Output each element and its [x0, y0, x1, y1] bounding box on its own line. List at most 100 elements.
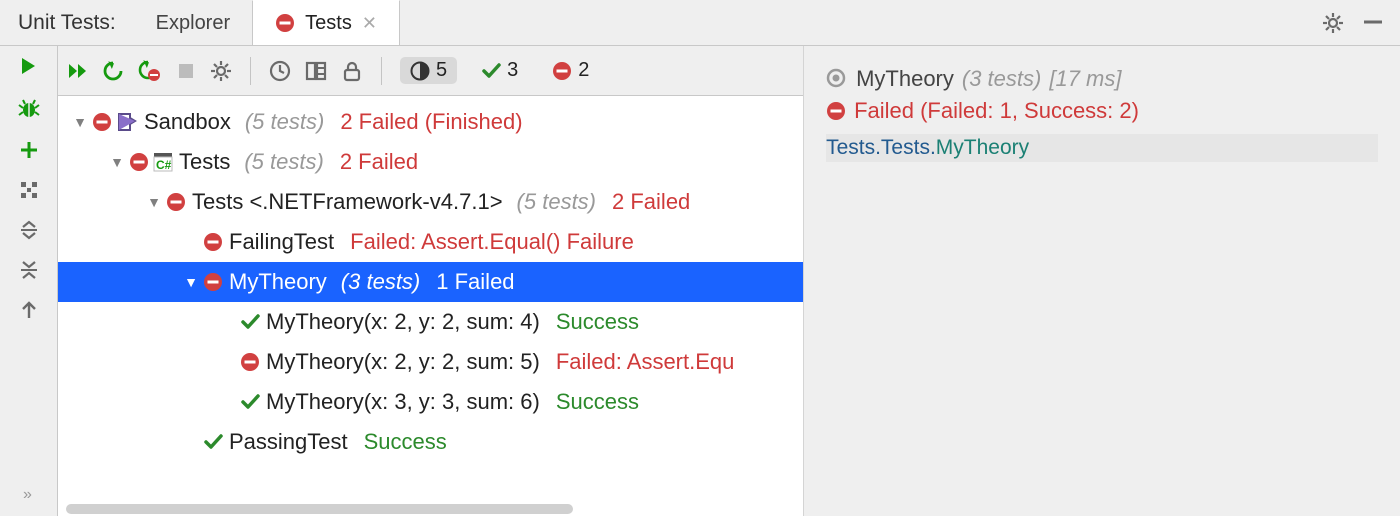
compare-icon[interactable] — [305, 60, 327, 82]
test-row[interactable]: MyTheory(x: 2, y: 2, sum: 4) Success — [58, 302, 803, 342]
test-row[interactable]: MyTheory(x: 2, y: 2, sum: 5) Failed: Asse… — [58, 342, 803, 382]
test-row[interactable]: PassingTest Success — [58, 422, 803, 462]
detail-duration: [17 ms] — [1049, 66, 1121, 92]
test-result: Success — [364, 429, 447, 455]
test-result: 1 Failed — [436, 269, 514, 295]
failed-count: 2 — [578, 59, 589, 82]
test-result: Failed: Assert.Equ — [556, 349, 735, 375]
chevron-down-icon[interactable]: ▼ — [142, 194, 166, 210]
test-result: 2 Failed (Finished) — [340, 109, 522, 135]
fail-icon — [92, 112, 112, 132]
header-actions — [1322, 12, 1400, 34]
passed-count: 3 — [507, 59, 518, 82]
test-name: Sandbox — [144, 109, 231, 135]
gear-icon[interactable] — [210, 60, 232, 82]
chevron-down-icon[interactable]: ▼ — [179, 274, 203, 290]
detail-header: MyTheory (3 tests) [17 ms] — [826, 66, 1378, 92]
test-row[interactable]: MyTheory(x: 3, y: 3, sum: 6) Success — [58, 382, 803, 422]
fqn-method: MyTheory — [936, 136, 1029, 159]
test-result: 2 Failed — [612, 189, 690, 215]
clock-icon[interactable] — [269, 60, 291, 82]
test-row[interactable]: ▼ Sandbox (5 tests) 2 Failed (Finished) — [58, 102, 803, 142]
pass-icon — [481, 61, 501, 81]
tree-toolbar: 5 3 2 — [58, 46, 803, 96]
detail-pane: MyTheory (3 tests) [17 ms] Failed (Faile… — [804, 46, 1400, 516]
tab-label: Tests — [305, 12, 352, 35]
test-name: MyTheory(x: 2, y: 2, sum: 4) — [266, 309, 540, 335]
fail-icon — [129, 152, 149, 172]
test-count: (3 tests) — [341, 269, 420, 295]
test-name: MyTheory(x: 3, y: 3, sum: 6) — [266, 389, 540, 415]
fail-icon — [826, 101, 846, 121]
plus-icon[interactable] — [19, 140, 39, 160]
play-icon[interactable] — [18, 56, 40, 78]
chevron-down-icon[interactable]: ▼ — [105, 154, 129, 170]
test-name: FailingTest — [229, 229, 334, 255]
detail-status-line: Failed (Failed: 1, Success: 2) — [826, 98, 1378, 124]
test-row[interactable]: ▼ Tests (5 tests) 2 Failed — [58, 142, 803, 182]
tree-pane: 5 3 2 ▼ Sandbox (5 tests) 2 Failed (Finishe… — [58, 46, 804, 516]
test-result: Failed: Assert.Equal() Failure — [350, 229, 634, 255]
close-icon[interactable]: ✕ — [362, 13, 377, 34]
pass-icon — [240, 392, 260, 412]
detail-count: (3 tests) — [962, 66, 1041, 92]
panel-title: Unit Tests: — [0, 11, 134, 35]
test-name: MyTheory(x: 2, y: 2, sum: 5) — [266, 349, 540, 375]
more-icon[interactable]: » — [23, 486, 34, 516]
test-result: 2 Failed — [340, 149, 418, 175]
test-name: Tests — [179, 149, 230, 175]
test-name: MyTheory — [229, 269, 327, 295]
tab-explorer[interactable]: Explorer — [134, 0, 252, 45]
tab-tests[interactable]: Tests ✕ — [252, 0, 400, 45]
detail-name: MyTheory — [856, 66, 954, 92]
test-name: Tests <.NETFramework-v4.7.1> — [192, 189, 503, 215]
test-result: Success — [556, 389, 639, 415]
detail-status: Failed (Failed: 1, Success: 2) — [854, 98, 1139, 124]
expand-icon[interactable] — [19, 220, 39, 240]
minimize-icon[interactable] — [1362, 12, 1384, 34]
test-count: (5 tests) — [244, 149, 323, 175]
test-count: (5 tests) — [517, 189, 596, 215]
pass-icon — [240, 312, 260, 332]
up-arrow-icon[interactable] — [19, 300, 39, 320]
rerun-failed-icon[interactable] — [138, 59, 162, 83]
csharp-file-icon — [153, 152, 173, 172]
test-result: Success — [556, 309, 639, 335]
project-icon — [116, 111, 138, 133]
test-name: PassingTest — [229, 429, 348, 455]
layout-icon[interactable] — [19, 180, 39, 200]
filter-passed[interactable]: 3 — [471, 57, 528, 84]
fail-icon — [203, 232, 223, 252]
fail-icon — [552, 61, 572, 81]
test-row[interactable]: ▼ Tests <.NETFramework-v4.7.1> (5 tests) 2 … — [58, 182, 803, 222]
fail-icon — [240, 352, 260, 372]
detail-fqn[interactable]: Tests.Tests.MyTheory — [826, 134, 1378, 162]
test-tree[interactable]: ▼ Sandbox (5 tests) 2 Failed (Finished) ▼ Tes… — [58, 96, 803, 502]
theory-icon — [826, 68, 848, 90]
fail-icon — [275, 13, 295, 33]
fail-icon — [203, 272, 223, 292]
chevron-down-icon[interactable]: ▼ — [68, 114, 92, 130]
filter-failed[interactable]: 2 — [542, 57, 599, 84]
fqn-namespace: Tests.Tests. — [826, 136, 936, 159]
test-count: (5 tests) — [245, 109, 324, 135]
gear-icon[interactable] — [1322, 12, 1344, 34]
run-all-icon[interactable] — [68, 62, 88, 80]
gutter: » — [0, 46, 58, 516]
total-count: 5 — [436, 59, 447, 82]
tab-label: Explorer — [156, 12, 230, 35]
test-row[interactable]: ▼ MyTheory (3 tests) 1 Failed — [58, 262, 803, 302]
rerun-icon[interactable] — [102, 60, 124, 82]
collapse-icon[interactable] — [19, 260, 39, 280]
stop-icon[interactable] — [176, 61, 196, 81]
pass-icon — [203, 432, 223, 452]
horizontal-scrollbar[interactable] — [58, 502, 803, 516]
tab-strip: Explorer Tests ✕ — [134, 0, 400, 45]
header-bar: Unit Tests: Explorer Tests ✕ — [0, 0, 1400, 46]
total-icon — [410, 61, 430, 81]
lock-icon[interactable] — [341, 60, 363, 82]
bug-icon[interactable] — [18, 98, 40, 120]
fail-icon — [166, 192, 186, 212]
filter-total[interactable]: 5 — [400, 57, 457, 84]
test-row[interactable]: FailingTest Failed: Assert.Equal() Failur… — [58, 222, 803, 262]
